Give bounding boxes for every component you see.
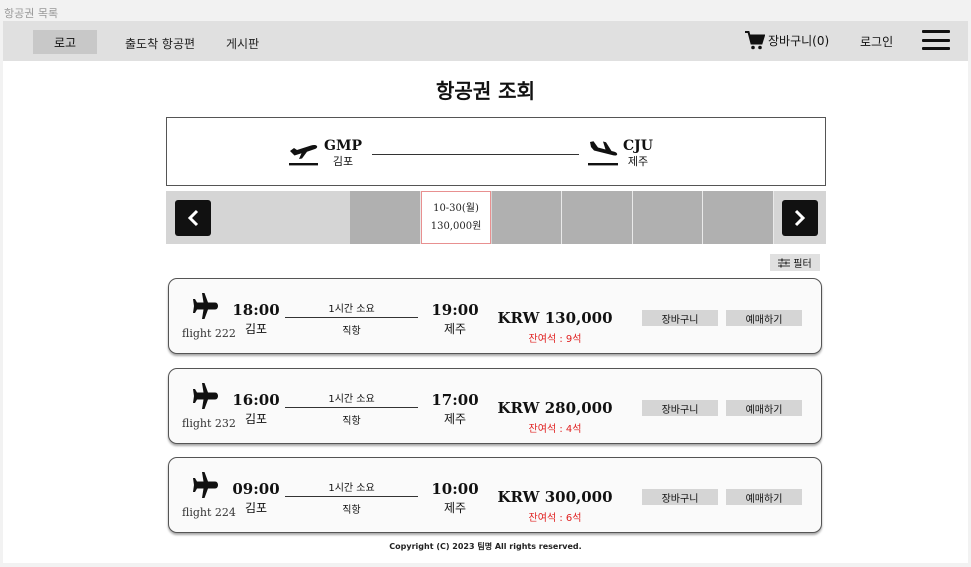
seats-remaining: 잔여석 : 9석: [528, 334, 582, 345]
departure-city: 김포: [244, 322, 268, 336]
flight-card: flight 222 18:00 김포 1시간 소요 직항 19:00 제주 K…: [168, 278, 822, 354]
airplane-icon: [193, 293, 218, 319]
filter-icon: [778, 258, 791, 267]
plane-arrival-icon: [588, 141, 618, 166]
flight-duration: 1시간 소요: [328, 394, 375, 405]
flight-price: KRW 130,000: [497, 309, 613, 327]
page-frame: 로고 출도착 항공편 게시판 장바구니(0) 로그인 항공권 조회 GMP 김포: [3, 21, 968, 563]
arrival-city: 제주: [443, 322, 467, 336]
flight-price: KRW 280,000: [497, 399, 613, 417]
shopping-cart-icon: [745, 31, 765, 50]
footer-copyright: Copyright (C) 2023 팀명 All rights reserve…: [389, 542, 582, 551]
date-cell-selected[interactable]: 10-30(월) 130,000원: [421, 191, 491, 244]
arrival-time: 10:00: [431, 480, 479, 498]
hamburger-menu-icon[interactable]: [922, 30, 950, 50]
flight-type: 직항: [342, 326, 361, 337]
page-title: 항공권 조회: [436, 79, 535, 103]
departure-time: 09:00: [232, 480, 280, 498]
airplane-icon: [193, 472, 218, 498]
book-button[interactable]: 예매하기: [726, 400, 802, 416]
add-to-cart-button[interactable]: 장바구니: [642, 310, 718, 326]
departure-code: GMP: [324, 138, 362, 154]
flight-line: [285, 496, 418, 497]
date-cell[interactable]: [703, 191, 774, 244]
next-date-button[interactable]: [782, 200, 818, 236]
flight-line: [285, 407, 418, 408]
nav-cart-link[interactable]: 장바구니(0): [745, 31, 829, 50]
departure-time: 16:00: [232, 391, 280, 409]
add-to-cart-button[interactable]: 장바구니: [642, 489, 718, 505]
plane-departure-icon: [289, 145, 318, 166]
arrival-name: 제주: [627, 155, 649, 168]
window-title: 항공권 목록: [4, 7, 59, 20]
seats-remaining: 잔여석 : 4석: [528, 424, 582, 435]
arrival-time: 19:00: [431, 301, 479, 319]
logo[interactable]: 로고: [33, 30, 97, 54]
flight-duration: 1시간 소요: [328, 483, 375, 494]
date-cell[interactable]: [562, 191, 633, 244]
book-button[interactable]: 예매하기: [726, 489, 802, 505]
departure-airport: GMP 김포: [288, 138, 362, 170]
flight-number: flight 222: [182, 327, 236, 340]
seats-remaining: 잔여석 : 6석: [528, 513, 582, 524]
add-to-cart-button[interactable]: 장바구니: [642, 400, 718, 416]
nav-link-board[interactable]: 게시판: [226, 35, 259, 52]
departure-city: 김포: [244, 412, 268, 426]
book-button[interactable]: 예매하기: [726, 310, 802, 326]
selected-date-price: 130,000원: [430, 220, 482, 232]
filter-button[interactable]: 필터: [770, 254, 820, 271]
flight-number: flight 232: [182, 417, 236, 430]
flight-type: 직항: [342, 505, 361, 516]
date-selector: 10-30(월) 130,000원: [166, 191, 826, 244]
departure-time: 18:00: [232, 301, 280, 319]
arrival-time: 17:00: [431, 391, 479, 409]
cart-label: 장바구니(0): [768, 34, 830, 48]
flight-duration: 1시간 소요: [328, 304, 375, 315]
arrival-airport: CJU 제주: [587, 138, 653, 170]
date-cell[interactable]: [633, 191, 703, 244]
arrival-code: CJU: [623, 138, 653, 154]
arrival-city: 제주: [443, 501, 467, 515]
flight-number: flight 224: [182, 506, 236, 519]
top-navbar: 로고 출도착 항공편 게시판 장바구니(0) 로그인: [3, 21, 968, 61]
selected-date: 10-30(월): [433, 202, 479, 214]
airplane-icon: [193, 383, 218, 409]
chevron-right-icon: [794, 209, 806, 227]
flight-card: flight 232 16:00 김포 1시간 소요 직항 17:00 제주 K…: [168, 368, 822, 444]
flight-card: flight 224 09:00 김포 1시간 소요 직항 10:00 제주 K…: [168, 457, 822, 533]
route-line: [372, 154, 579, 155]
chevron-left-icon: [187, 209, 199, 227]
route-summary: GMP 김포 CJU 제주: [166, 117, 826, 186]
departure-name: 김포: [332, 155, 354, 168]
login-link[interactable]: 로그인: [860, 33, 893, 50]
departure-city: 김포: [244, 501, 268, 515]
flight-price: KRW 300,000: [497, 488, 613, 506]
date-cell[interactable]: [350, 191, 421, 244]
flight-line: [285, 317, 418, 318]
prev-date-button[interactable]: [175, 200, 211, 236]
filter-label: 필터: [793, 259, 812, 270]
arrival-city: 제주: [443, 412, 467, 426]
flight-type: 직항: [342, 416, 361, 427]
nav-link-arrivals[interactable]: 출도착 항공편: [125, 35, 195, 52]
date-cell[interactable]: [492, 191, 562, 244]
